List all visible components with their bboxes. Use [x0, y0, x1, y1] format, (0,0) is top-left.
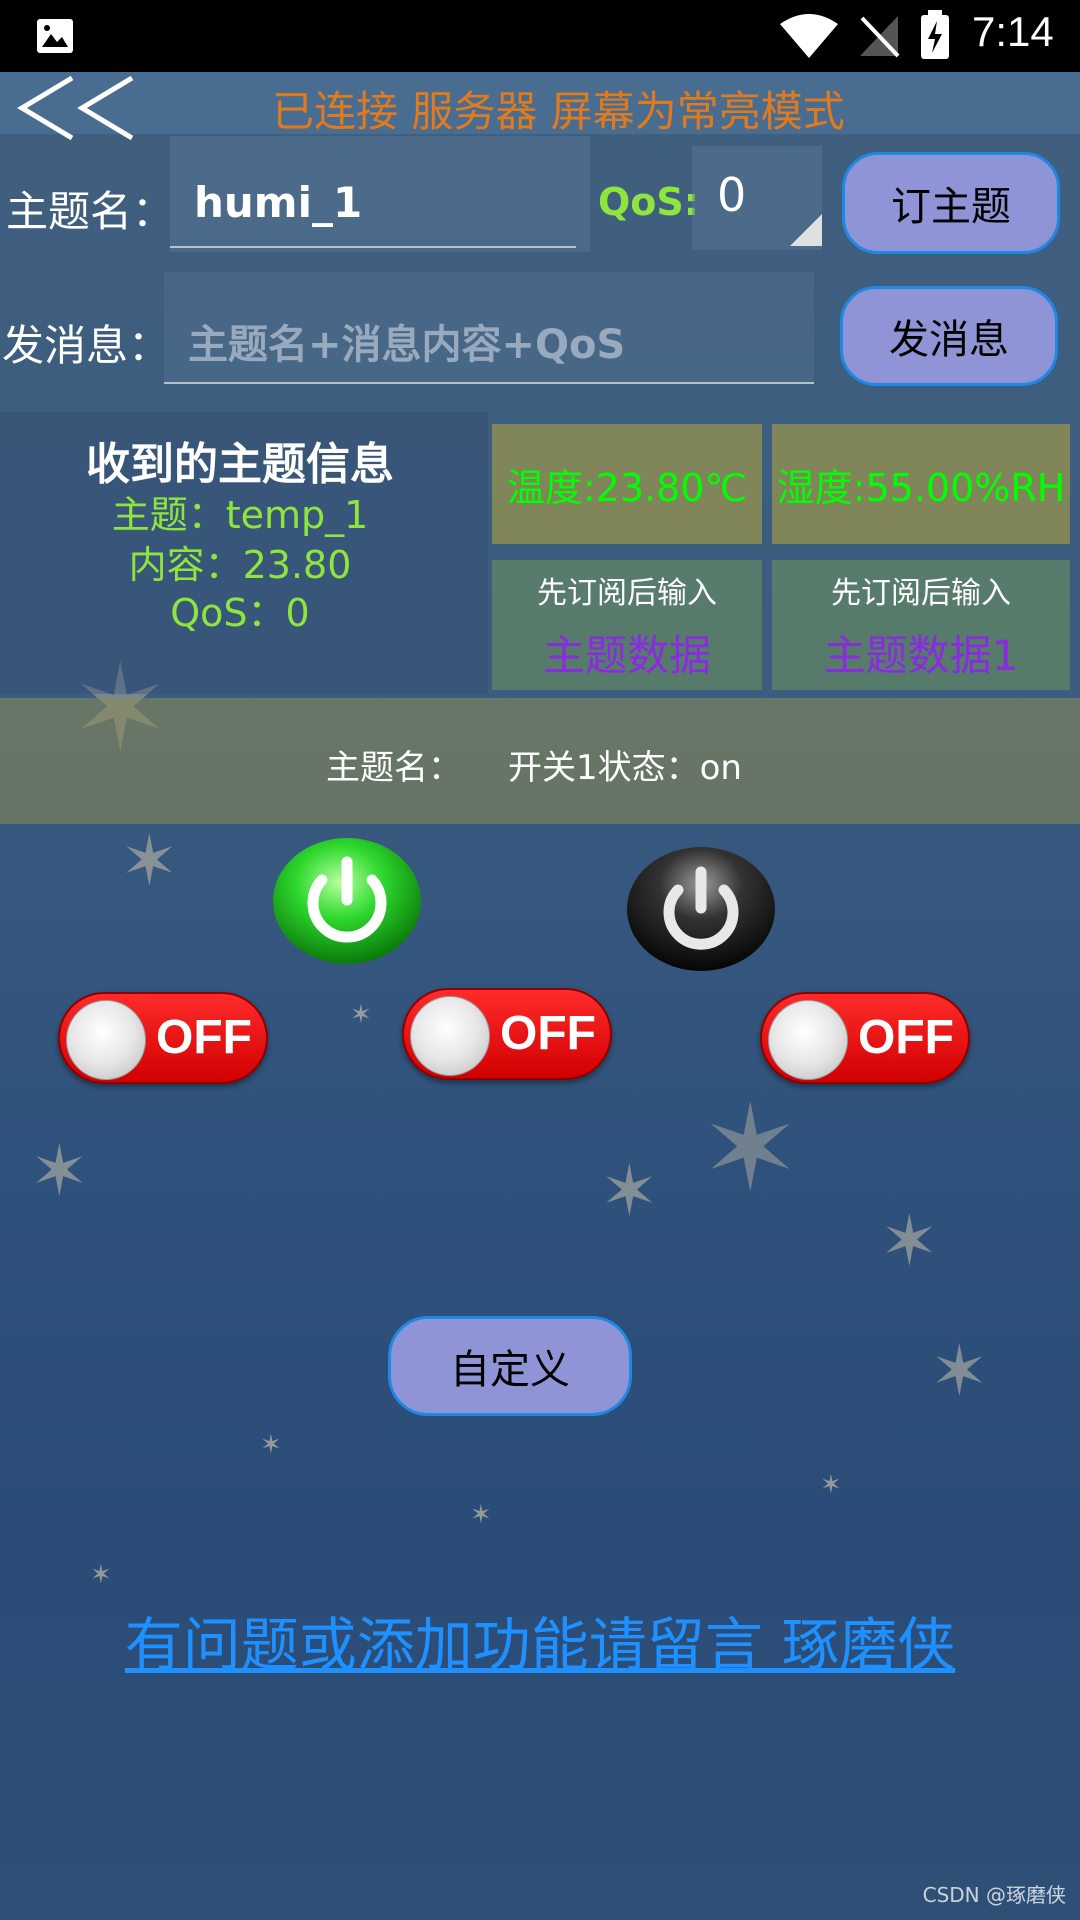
publish-button[interactable]: 发消息 [840, 286, 1058, 386]
switch-state-text: 开关1状态：on [508, 748, 742, 788]
data-panel-1[interactable]: 先订阅后输入 主题数据 [492, 560, 762, 690]
humidity-display: 湿度:55.00%RH [772, 424, 1070, 544]
sparkle-decoration: ✶ [260, 1430, 282, 1460]
sparkle-decoration: ✶ [930, 1330, 989, 1412]
toggle-label: OFF [500, 1007, 596, 1060]
toggle-knob [66, 1000, 146, 1080]
sparkle-decoration: ✶ [350, 1000, 372, 1030]
received-title: 收到的主题信息 [86, 439, 394, 490]
temperature-display: 温度:23.80℃ [492, 424, 762, 544]
sparkle-decoration: ✶ [90, 1560, 112, 1590]
sparkle-decoration: ✶ [820, 1470, 842, 1500]
image-icon [37, 19, 73, 53]
topic-label: 主题名： [6, 187, 175, 236]
sparkle-decoration: ✶ [470, 1500, 492, 1530]
qos-select-value: 0 [717, 168, 747, 222]
data-panel-2[interactable]: 先订阅后输入 主题数据1 [772, 560, 1070, 690]
power-on-icon[interactable] [272, 836, 422, 966]
no-signal-icon [860, 16, 900, 58]
clock: 7:14 [972, 8, 1054, 55]
data-panel-2-hint: 先订阅后输入 [831, 575, 1011, 611]
topic-input[interactable]: humi_1 [170, 178, 576, 248]
subscribe-button[interactable]: 订主题 [842, 152, 1060, 254]
qos-label: QoS: [598, 180, 699, 224]
toggle-switch-1[interactable]: OFF [58, 992, 268, 1084]
dropdown-arrow-icon [790, 214, 822, 246]
data-panel-1-value: 主题数据 [542, 630, 711, 680]
toggle-label: OFF [156, 1011, 252, 1064]
data-panel-2-value: 主题数据1 [823, 630, 1019, 680]
back-icon[interactable] [10, 72, 140, 142]
publish-input[interactable] [164, 308, 814, 384]
sparkle-decoration: ✶ [600, 1150, 659, 1232]
publish-label: 发消息： [2, 321, 171, 370]
custom-button[interactable]: 自定义 [388, 1316, 632, 1416]
toggle-label: OFF [858, 1011, 954, 1064]
switch-topic-label: 主题名： [326, 748, 462, 788]
connection-status: 已连接 服务器 屏幕为常亮模式 [272, 87, 845, 136]
wifi-icon [780, 14, 838, 58]
data-panel-1-hint: 先订阅后输入 [537, 575, 717, 611]
status-bar: 7:14 [0, 0, 1080, 72]
sparkle-decoration: ✶ [120, 820, 179, 902]
feedback-link[interactable]: 有问题或添加功能请留言 琢磨侠 [0, 1598, 1080, 1682]
battery-charging-icon [921, 10, 949, 59]
sparkle-decoration: ✶ [880, 1200, 939, 1282]
toggle-switch-3[interactable]: OFF [760, 992, 970, 1084]
qos-select[interactable]: 0 [692, 146, 822, 250]
power-off-icon[interactable] [626, 846, 776, 972]
received-content: 内容：23.80 [128, 543, 352, 587]
sparkle-decoration: ✶ [700, 1080, 801, 1219]
sparkle-decoration: ✶ [30, 1130, 89, 1212]
watermark: CSDN @琢磨侠 [922, 1883, 1066, 1907]
toggle-switch-2[interactable]: OFF [402, 988, 612, 1080]
toggle-knob [768, 1000, 848, 1080]
received-topic: 主题：temp_1 [111, 493, 369, 537]
toggle-knob [410, 996, 490, 1076]
received-qos: QoS：0 [170, 591, 310, 635]
